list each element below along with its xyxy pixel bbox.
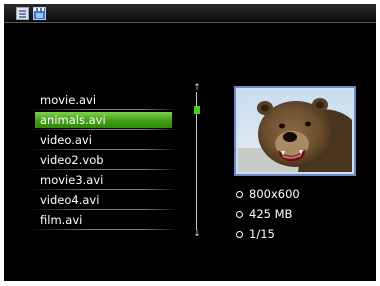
document-icon[interactable] [16, 7, 29, 20]
file-list-item[interactable]: film.avi [30, 210, 180, 230]
info-resolution: 800x600 [236, 187, 366, 207]
row-separator [30, 229, 180, 230]
bullet-icon [236, 231, 243, 238]
scrollbar[interactable]: ↑ ↓ [192, 84, 202, 239]
file-list-item[interactable]: movie.avi [30, 90, 180, 110]
file-name: video4.avi [40, 193, 100, 207]
file-name: film.avi [40, 213, 83, 227]
scroll-thumb[interactable] [194, 106, 200, 114]
preview-thumbnail [234, 86, 356, 176]
media-browser-screen: movie.avi animals.avi video.avi video2.v… [4, 4, 376, 281]
scroll-up-arrow-icon[interactable]: ↑ [192, 84, 202, 93]
scroll-down-arrow-icon[interactable]: ↓ [192, 230, 202, 239]
bullet-icon [236, 211, 243, 218]
resolution-value: 800x600 [249, 187, 300, 201]
file-info-panel: 800x600 425 MB 1/15 [236, 187, 366, 247]
file-list-item[interactable]: video.avi [30, 130, 180, 150]
item-position-value: 1/15 [249, 227, 275, 241]
file-name: movie3.avi [40, 173, 104, 187]
info-position: 1/15 [236, 227, 366, 247]
file-name: video2.vob [40, 153, 104, 167]
file-list-item[interactable]: movie3.avi [30, 170, 180, 190]
toolbar-divider [4, 22, 376, 23]
file-name: movie.avi [40, 93, 97, 107]
file-list-item[interactable]: video2.vob [30, 150, 180, 170]
file-list-item-selected[interactable]: animals.avi [30, 110, 180, 130]
file-name: animals.avi [40, 113, 106, 127]
info-size: 425 MB [236, 207, 366, 227]
file-size-value: 425 MB [249, 207, 293, 221]
film-icon[interactable] [33, 7, 46, 20]
bear-image [238, 90, 352, 172]
top-toolbar [4, 4, 376, 22]
file-name: video.avi [40, 133, 92, 147]
file-list-item[interactable]: video4.avi [30, 190, 180, 210]
file-list: movie.avi animals.avi video.avi video2.v… [30, 90, 180, 230]
bullet-icon [236, 191, 243, 198]
